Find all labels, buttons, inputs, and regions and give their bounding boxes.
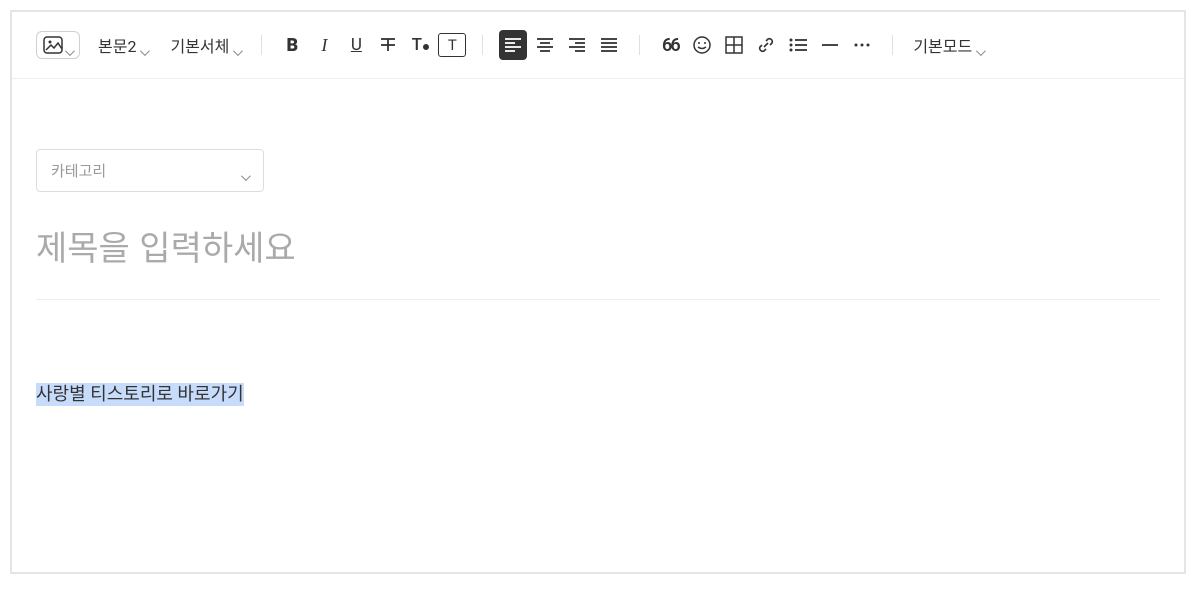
align-center-button[interactable] bbox=[531, 30, 559, 60]
more-icon bbox=[852, 37, 872, 53]
bullet-list-button[interactable] bbox=[784, 30, 812, 60]
font-family-dropdown[interactable]: 기본서체 bbox=[166, 30, 245, 60]
category-placeholder: 카테고리 bbox=[51, 160, 106, 181]
text-color-button[interactable]: T bbox=[406, 30, 434, 60]
chevron-down-icon bbox=[976, 41, 984, 49]
more-button[interactable] bbox=[848, 30, 876, 60]
font-family-label: 기본서체 bbox=[170, 33, 229, 57]
chevron-down-icon bbox=[233, 41, 241, 49]
chevron-down-icon bbox=[140, 41, 148, 49]
align-center-icon bbox=[536, 37, 554, 53]
link-icon bbox=[756, 35, 776, 55]
clear-format-icon: T bbox=[448, 36, 457, 54]
strikethrough-button[interactable] bbox=[374, 30, 402, 60]
emoji-button[interactable] bbox=[688, 30, 716, 60]
editor-body[interactable]: 사랑별 티스토리로 바로가기 bbox=[36, 380, 1160, 406]
image-icon bbox=[43, 36, 63, 54]
text-color-icon: T bbox=[412, 35, 429, 55]
editor-frame: 본문2 기본서체 B I U bbox=[10, 10, 1186, 574]
link-button[interactable] bbox=[752, 30, 780, 60]
insert-image-button[interactable] bbox=[36, 31, 80, 59]
paragraph-style-label: 본문2 bbox=[98, 33, 136, 57]
align-right-button[interactable] bbox=[563, 30, 591, 60]
editor-mode-dropdown[interactable]: 기본모드 bbox=[909, 30, 988, 60]
italic-icon: I bbox=[321, 35, 327, 56]
hr-icon bbox=[820, 37, 840, 53]
horizontal-rule-button[interactable] bbox=[816, 30, 844, 60]
align-left-button[interactable] bbox=[499, 30, 527, 60]
align-justify-button[interactable] bbox=[595, 30, 623, 60]
clear-format-button[interactable]: T bbox=[438, 33, 466, 57]
toolbar: 본문2 기본서체 B I U bbox=[12, 12, 1184, 79]
list-icon bbox=[788, 37, 808, 53]
separator bbox=[639, 35, 640, 55]
selected-link-text[interactable]: 사랑별 티스토리로 바로가기 bbox=[36, 383, 244, 406]
content-area: 카테고리 사랑별 티스토리로 바로가기 bbox=[12, 79, 1184, 406]
bold-button[interactable]: B bbox=[278, 30, 306, 60]
bold-icon: B bbox=[287, 35, 299, 56]
align-left-icon bbox=[504, 37, 522, 53]
align-justify-icon bbox=[600, 37, 618, 53]
table-button[interactable] bbox=[720, 30, 748, 60]
separator bbox=[261, 35, 262, 55]
blockquote-button[interactable]: 66 bbox=[656, 30, 684, 60]
table-icon bbox=[725, 36, 743, 54]
quote-icon: 66 bbox=[662, 35, 679, 56]
underline-icon: U bbox=[351, 35, 362, 55]
underline-button[interactable]: U bbox=[342, 30, 370, 60]
separator bbox=[892, 35, 893, 55]
strikethrough-icon bbox=[379, 36, 397, 54]
separator bbox=[482, 35, 483, 55]
paragraph-style-dropdown[interactable]: 본문2 bbox=[94, 30, 152, 60]
italic-button[interactable]: I bbox=[310, 30, 338, 60]
category-dropdown[interactable]: 카테고리 bbox=[36, 149, 264, 192]
emoji-icon bbox=[692, 35, 712, 55]
title-input[interactable] bbox=[36, 220, 1160, 300]
chevron-down-icon bbox=[241, 167, 249, 175]
chevron-down-icon bbox=[65, 41, 73, 49]
align-right-icon bbox=[568, 37, 586, 53]
editor-mode-label: 기본모드 bbox=[913, 33, 972, 57]
